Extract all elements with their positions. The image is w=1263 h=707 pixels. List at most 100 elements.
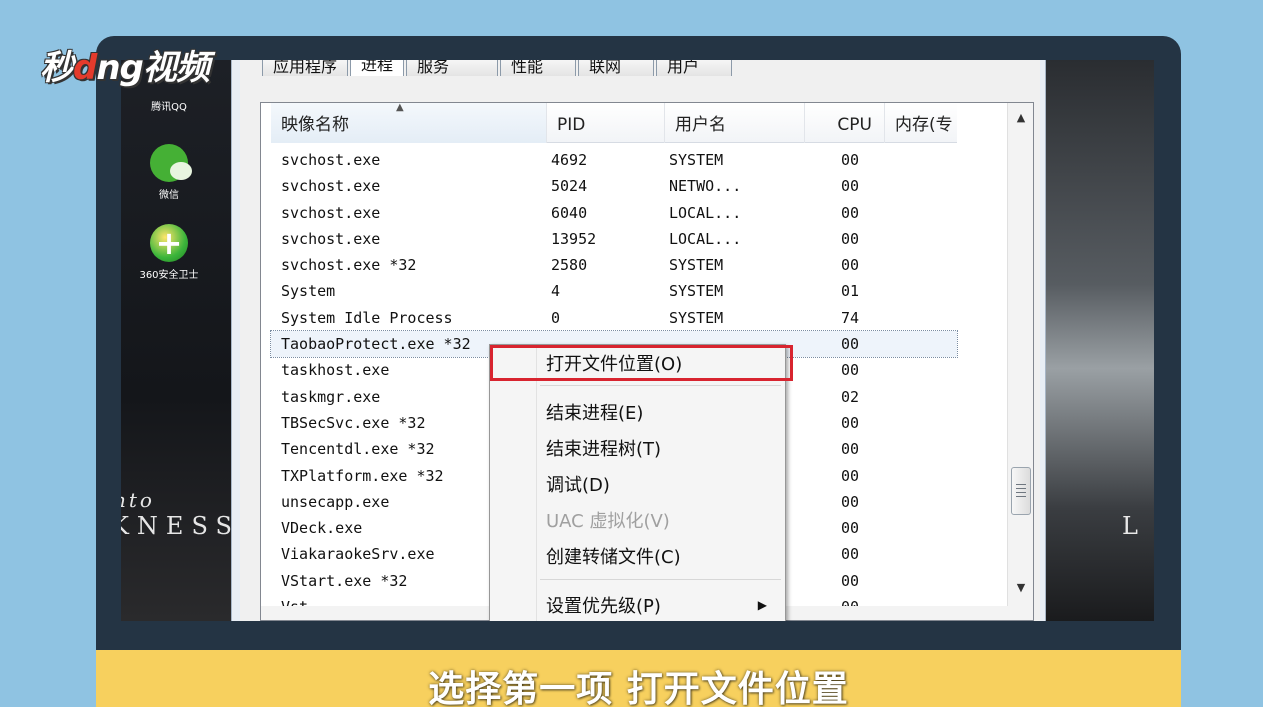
wallpaper-text: KNESS (121, 512, 240, 540)
table-row[interactable]: svchost.exe 6040 LOCAL... 00 (271, 200, 957, 226)
cell-mem (879, 252, 957, 278)
cell-cpu: 00 (840, 413, 859, 432)
cell-pid: 5024 (551, 177, 588, 196)
cell-name: svchost.exe *32 (281, 256, 417, 275)
cell-user: LOCAL... (669, 203, 742, 222)
cell-mem (879, 173, 957, 199)
cell-cpu: 00 (840, 151, 859, 169)
subtitle-text: 选择第一项 打开文件位置 (428, 669, 849, 707)
column-label: 用户名 (675, 115, 726, 135)
menu-item-uac-virtualization: UAC 虚拟化(V) (546, 511, 670, 532)
column-label: CPU (837, 115, 872, 135)
menu-separator (540, 579, 781, 580)
cell-mem (879, 147, 957, 173)
cell-pid: 4692 (551, 151, 588, 169)
menu-item-end-process-tree[interactable]: 结束进程树(T) (546, 435, 661, 461)
cell-mem (879, 357, 957, 383)
scroll-down-icon[interactable]: ▼ (1012, 579, 1030, 597)
tab-applications[interactable]: 应用程序 (262, 60, 349, 76)
cell-cpu: 00 (840, 571, 859, 590)
desktop-left: 腾讯QQ 微信 360安全卫士 nto KNESS (121, 60, 232, 621)
cell-name: svchost.exe (281, 151, 381, 169)
tab-processes[interactable]: 进程 (350, 60, 405, 76)
menu-separator (540, 385, 781, 386)
cell-cpu: 00 (840, 492, 859, 511)
cell-mem (879, 226, 957, 252)
tab-networking[interactable]: 联网 (578, 60, 655, 76)
sort-arrow-icon: ▲ (396, 102, 404, 113)
list-header: ▲ 映像名称 PID 用户名 CPU 内存(专 (271, 103, 957, 143)
cell-cpu: 00 (840, 545, 859, 564)
table-row[interactable]: svchost.exe 4692 SYSTEM 00 (271, 147, 957, 173)
desktop-icon-360[interactable]: 360安全卫士 (129, 224, 209, 281)
cell-name: System (281, 282, 336, 301)
logo-text: 秒 (40, 48, 74, 88)
cell-mem (879, 515, 957, 541)
tab-services[interactable]: 服务 (406, 60, 499, 76)
column-header-memory[interactable]: 内存(专 (885, 103, 957, 143)
cell-pid: 6040 (551, 203, 588, 222)
desktop-icon-wechat[interactable]: 微信 (129, 144, 209, 201)
cell-name: System Idle Process (281, 308, 453, 327)
table-row[interactable]: svchost.exe *32 2580 SYSTEM 00 (271, 252, 957, 278)
cell-cpu: 00 (840, 466, 859, 485)
cell-cpu: 00 (840, 203, 859, 222)
column-label: PID (557, 115, 586, 135)
cell-pid: 2580 (551, 256, 588, 275)
table-row[interactable]: System Idle Process 0 SYSTEM 74 (271, 305, 957, 331)
cell-mem (879, 331, 957, 357)
desktop-icon-label: 腾讯QQ (151, 102, 187, 113)
menu-item-open-file-location[interactable]: 打开文件位置(O) (546, 350, 682, 376)
cell-pid: 13952 (551, 229, 597, 248)
cell-cpu: 00 (840, 229, 859, 248)
cell-cpu: 01 (840, 282, 859, 301)
column-header-username[interactable]: 用户名 (665, 103, 805, 143)
tab-users[interactable]: 用户 (656, 60, 733, 76)
cell-mem (879, 200, 957, 226)
cell-user: SYSTEM (669, 308, 724, 327)
table-row[interactable]: svchost.exe 5024 NETWO... 00 (271, 173, 957, 199)
cell-cpu: 74 (840, 308, 859, 327)
context-menu: 打开文件位置(O) 结束进程(E) 结束进程树(T) 调试(D) UAC 虚拟化… (489, 344, 793, 621)
desktop-icon-label: 360安全卫士 (139, 270, 199, 281)
desktop-right: L (1046, 60, 1154, 621)
subtitle-bar: 选择第一项 打开文件位置 (96, 650, 1181, 707)
column-header-image-name[interactable]: ▲ 映像名称 (271, 103, 547, 143)
cell-mem (879, 410, 957, 436)
cell-mem (879, 541, 957, 567)
wallpaper-text: L (1122, 512, 1138, 540)
brand-logo: 秒dng视频 (40, 40, 210, 89)
cell-mem (879, 305, 957, 331)
cell-name: svchost.exe (281, 177, 381, 196)
wechat-icon (150, 144, 192, 182)
menu-item-end-process[interactable]: 结束进程(E) (546, 399, 643, 425)
cell-cpu: 02 (840, 387, 859, 406)
submenu-arrow-icon: ▶ (757, 598, 767, 612)
table-row[interactable]: svchost.exe 13952 LOCAL... 00 (271, 226, 957, 252)
menu-item-create-dump-file[interactable]: 创建转储文件(C) (546, 543, 681, 569)
cell-user: LOCAL... (669, 229, 742, 248)
menu-item-set-priority[interactable]: 设置优先级(P) (546, 592, 661, 618)
cell-user: SYSTEM (669, 151, 724, 169)
tab-strip: 应用程序 进程 服务 性能 联网 用户 (262, 60, 734, 76)
cell-user: SYSTEM (669, 256, 724, 275)
cell-mem (879, 489, 957, 515)
grip-icon (1016, 484, 1026, 498)
vertical-scrollbar[interactable]: ▲ ▼ (1007, 103, 1033, 620)
cell-user: NETWO... (669, 177, 742, 196)
column-header-pid[interactable]: PID (547, 103, 665, 143)
cell-mem (879, 384, 957, 410)
menu-item-debug[interactable]: 调试(D) (546, 471, 610, 497)
360-safe-icon (150, 224, 188, 262)
table-row[interactable]: System 4 SYSTEM 01 (271, 278, 957, 304)
wallpaper-text: nto (121, 488, 155, 512)
cell-name: svchost.exe (281, 229, 381, 248)
cell-name: svchost.exe (281, 203, 381, 222)
scroll-thumb[interactable] (1011, 467, 1031, 515)
column-header-cpu[interactable]: CPU (805, 103, 885, 143)
desktop-icon-qq[interactable]: 腾讯QQ (129, 98, 209, 113)
cell-cpu: 00 (840, 361, 859, 380)
cell-mem (879, 278, 957, 304)
tab-performance[interactable]: 性能 (500, 60, 577, 76)
scroll-up-icon[interactable]: ▲ (1012, 109, 1030, 127)
